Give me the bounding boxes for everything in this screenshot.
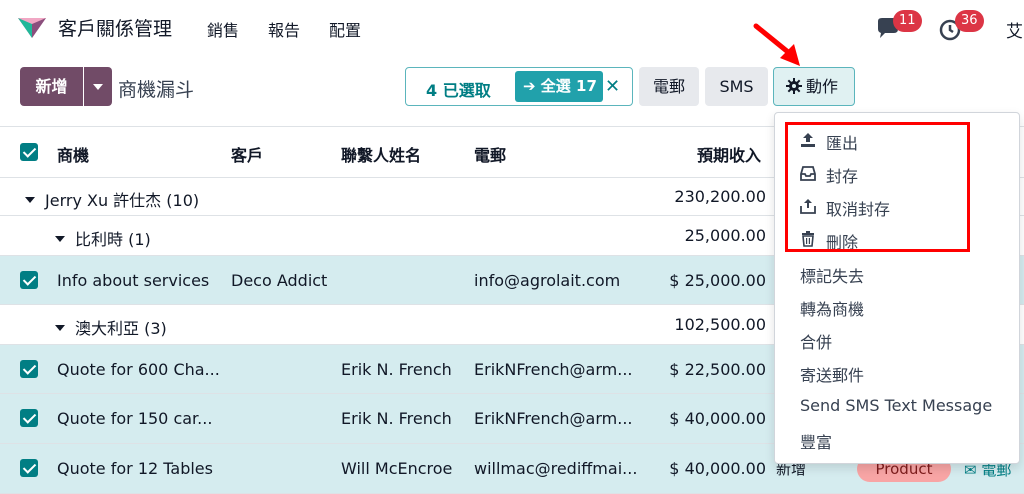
select-all-label: 全選 17 [540,77,597,95]
arrow-right-icon: ➔ [523,77,541,95]
cell-contact: Erik N. French [341,409,452,428]
annotation-arrow-icon [753,23,800,66]
group-label: Jerry Xu 許仕杰 (10) [25,187,199,211]
group-label: 澳大利亞 (3) [55,315,167,339]
cell-revenue: $ 22,500.00 [669,360,766,379]
action-label: 動作 [806,77,839,96]
caret-down-icon [55,325,65,331]
cell-email: willmac@rediffmai... [474,459,638,478]
menu-sales[interactable]: 銷售 [207,17,239,41]
cell-customer: Deco Addict [231,271,328,290]
column-header-contact[interactable]: 聯繫人姓名 [341,142,421,166]
menu-item-send-sms[interactable]: Send SMS Text Message [800,396,992,415]
cell-revenue: $ 40,000.00 [669,459,766,478]
row-checkbox[interactable] [20,271,38,289]
user-avatar[interactable]: 艾 [1006,17,1023,42]
menu-reporting[interactable]: 報告 [268,17,300,41]
select-all-button[interactable]: ➔ 全選 17 [515,71,603,102]
menu-configuration[interactable]: 配置 [329,17,361,41]
cell-contact: Erik N. French [341,360,452,379]
column-header-email[interactable]: 電郵 [474,142,506,166]
cell-email: ErikNFrench@arm... [474,360,633,379]
top-navbar: 客戶關係管理 銷售 報告 配置 11 36 艾 [0,0,1024,56]
group-total: 230,200.00 [674,187,766,206]
column-header-opportunity[interactable]: 商機 [57,142,89,166]
activities-badge: 36 [955,10,984,32]
selection-box: 4 已選取 ➔ 全選 17 ✕ [405,67,633,106]
row-checkbox[interactable] [20,409,38,427]
column-header-revenue[interactable]: 預期收入 [697,142,761,166]
menu-item-merge[interactable]: 合併 [800,329,832,353]
cell-opportunity: Info about services [57,271,210,290]
row-checkbox[interactable] [20,459,38,477]
group-label: 比利時 (1) [55,226,151,250]
menu-item-convert-opportunity[interactable]: 轉為商機 [800,296,864,320]
caret-down-icon [55,236,65,242]
annotation-highlight-box [785,122,970,252]
crm-logo-icon[interactable] [16,16,48,40]
cell-opportunity: Quote for 600 Cha... [57,360,220,379]
cell-revenue: $ 40,000.00 [669,409,766,428]
cell-opportunity: Quote for 12 Tables [57,459,213,478]
cell-revenue: $ 25,000.00 [669,271,766,290]
row-checkbox[interactable] [20,360,38,378]
group-total: 25,000.00 [684,226,766,245]
menu-item-enrich[interactable]: 豐富 [800,429,832,453]
cell-opportunity: Quote for 150 car... [57,409,213,428]
breadcrumb: 商機漏斗 [118,79,195,101]
sms-button[interactable]: SMS [705,67,768,106]
new-button[interactable]: 新增 [20,67,83,106]
column-header-customer[interactable]: 客戶 [231,142,263,166]
cell-email: info@agrolait.com [474,271,621,290]
selection-count: 4 已選取 [426,81,491,100]
cell-contact: Will McEncroe [341,459,453,478]
messages-badge: 11 [893,10,922,32]
gear-icon [786,78,802,94]
new-dropdown-toggle[interactable] [84,67,112,106]
email-button[interactable]: 電郵 [639,67,699,106]
action-button[interactable]: 動作 [773,67,855,106]
menu-item-mark-lost[interactable]: 標記失去 [800,263,864,287]
select-all-checkbox[interactable] [20,143,38,161]
app-title[interactable]: 客戶關係管理 [58,14,172,41]
caret-down-icon [25,197,35,203]
group-total: 102,500.00 [674,315,766,334]
menu-item-send-email[interactable]: 寄送郵件 [800,362,864,386]
close-icon[interactable]: ✕ [605,76,620,97]
cell-email: ErikNFrench@arm... [474,409,633,428]
